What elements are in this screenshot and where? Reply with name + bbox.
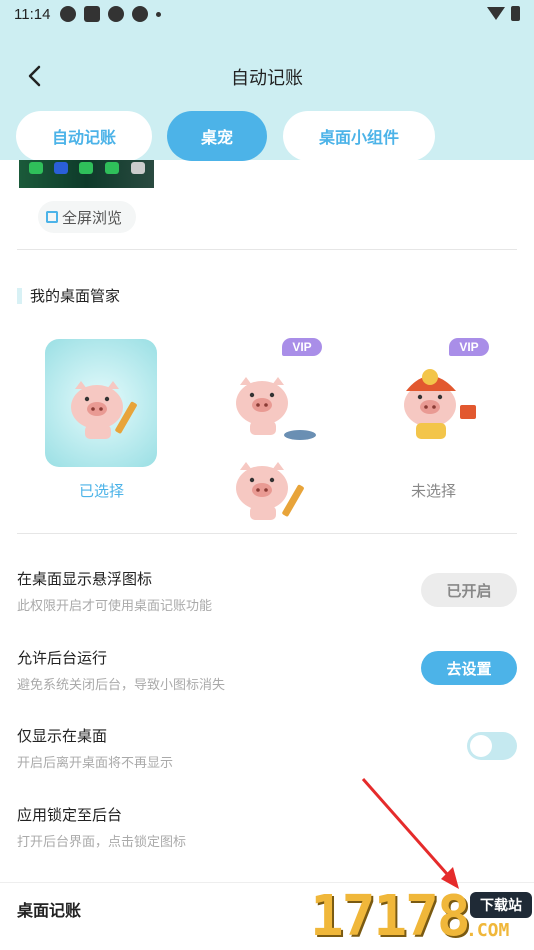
tab-desktop-widget[interactable]: 桌面小组件 — [283, 111, 435, 161]
app-icon — [79, 162, 93, 174]
setting-subtitle-lock: 打开后台界面，点击锁定图标 — [17, 835, 187, 850]
pet-card-vip-courier[interactable] — [378, 339, 490, 467]
app-notification-icon — [84, 6, 101, 22]
section-title-text: 我的桌面管家 — [30, 287, 121, 305]
setting-subtitle-background: 避免系统关闭后台，导致小图标消失 — [17, 678, 226, 693]
setting-subtitle-desktop-only: 开启后离开桌面将不再显示 — [17, 756, 174, 771]
battery-icon — [511, 6, 520, 21]
tab-desktop-pet[interactable]: 桌宠 — [167, 111, 267, 161]
vip-badge: VIP — [449, 338, 489, 356]
setting-subtitle-float-icon: 此权限开启才可使用桌面记账功能 — [17, 599, 213, 614]
watermark-logo: 17178 — [310, 884, 471, 949]
vip-badge: VIP — [282, 338, 322, 356]
divider — [17, 249, 517, 250]
watermark-site: 下载站 — [470, 892, 532, 918]
more-notifications-icon — [156, 11, 162, 17]
toggle-knob — [470, 735, 492, 757]
notification-icon-2 — [108, 6, 125, 22]
status-bar: 11:14 — [0, 0, 534, 28]
setting-title-float-icon: 在桌面显示悬浮图标 — [17, 570, 153, 588]
fullscreen-icon — [46, 211, 58, 223]
watermark-domain: .COM — [466, 920, 510, 941]
bottom-title: 桌面记账 — [17, 901, 82, 920]
app-icon — [105, 162, 119, 174]
pig-pet-icon — [71, 381, 137, 439]
preview-image — [19, 160, 154, 188]
app-icon — [54, 162, 68, 174]
camera-app-icon — [131, 162, 145, 174]
pet-status-unselected: 未选择 — [411, 482, 457, 500]
desktop-only-toggle[interactable] — [467, 732, 517, 760]
app-icon — [29, 162, 43, 174]
enabled-button[interactable]: 已开启 — [421, 573, 517, 607]
go-settings-button[interactable]: 去设置 — [421, 651, 517, 685]
pet-status-selected: 已选择 — [79, 482, 125, 500]
setting-title-lock: 应用锁定至后台 — [17, 806, 123, 824]
notification-icon-3 — [132, 6, 149, 22]
status-indicators — [487, 6, 520, 21]
section-title: 我的桌面管家 — [17, 285, 120, 306]
page-title: 自动记账 — [231, 68, 303, 89]
red-arrow-annotation — [361, 778, 459, 889]
section-marker — [17, 287, 22, 304]
tab-auto-accounting[interactable]: 自动记账 — [16, 111, 152, 161]
notification-icon — [60, 6, 77, 22]
status-time: 11:14 — [14, 5, 51, 23]
setting-title-desktop-only: 仅显示在桌面 — [17, 727, 108, 745]
fullscreen-button[interactable]: 全屏浏览 — [38, 201, 136, 233]
pig-pencil-pet-icon — [236, 462, 304, 520]
pet-card[interactable] — [212, 440, 324, 535]
divider — [17, 533, 517, 534]
nav-bar: 自动记账 — [0, 56, 534, 96]
setting-title-background: 允许后台运行 — [17, 649, 108, 667]
pet-card-selected[interactable] — [45, 339, 157, 467]
fullscreen-label: 全屏浏览 — [62, 208, 123, 227]
wifi-icon — [487, 7, 505, 20]
